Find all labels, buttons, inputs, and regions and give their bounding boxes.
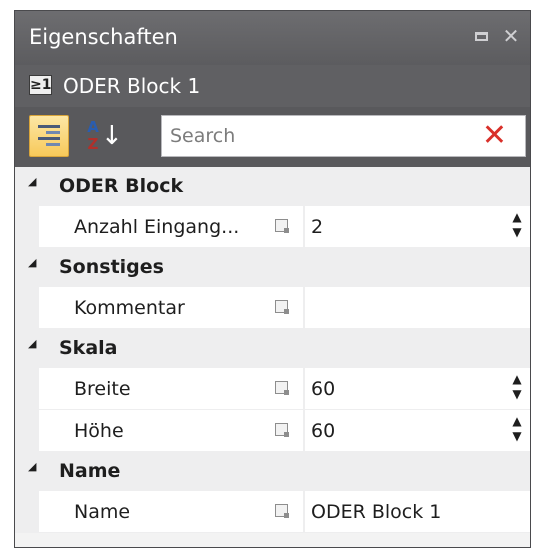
property-editor-icon xyxy=(275,219,289,233)
clear-search-icon[interactable]: ✕ xyxy=(482,120,507,152)
or-block-icon: ≥1 xyxy=(29,75,52,95)
value-spinner[interactable]: ▲ ▼ xyxy=(510,210,524,242)
categorized-view-button[interactable] xyxy=(29,115,69,157)
property-row-name: Name ODER Block 1 xyxy=(15,491,530,533)
value-spinner[interactable]: ▲ ▼ xyxy=(510,414,524,446)
spin-down-icon[interactable]: ▼ xyxy=(512,429,521,443)
selected-object-name: ODER Block 1 xyxy=(63,74,201,98)
property-name-cell[interactable]: Name xyxy=(39,491,303,532)
property-value-field[interactable]: ODER Block 1 xyxy=(305,491,530,532)
category-oder-block[interactable]: ◢ ODER Block xyxy=(15,167,530,206)
value-spinner[interactable]: ▲ ▼ xyxy=(510,372,524,404)
property-value-field[interactable]: 60 ▲ ▼ xyxy=(305,368,530,409)
categorized-view-icon xyxy=(38,125,60,149)
property-row-kommentar: Kommentar xyxy=(15,287,530,329)
property-name: Breite xyxy=(74,378,131,400)
search-box: ✕ xyxy=(161,115,526,157)
sort-arrow-icon: ↓ xyxy=(101,121,123,151)
expand-triangle-icon[interactable]: ◢ xyxy=(28,256,36,269)
property-value: 2 xyxy=(311,216,324,238)
property-value: ODER Block 1 xyxy=(311,501,442,523)
property-editor-icon xyxy=(275,504,289,518)
restore-icon[interactable] xyxy=(468,23,494,49)
property-value: 60 xyxy=(311,420,336,442)
spin-down-icon[interactable]: ▼ xyxy=(512,225,521,239)
property-name: Höhe xyxy=(74,420,124,442)
expand-triangle-icon[interactable]: ◢ xyxy=(28,460,36,473)
property-row-anzahl-eingaenge: Anzahl Eingang... 2 ▲ ▼ xyxy=(15,206,530,248)
property-grid: ◢ ODER Block Anzahl Eingang... 2 ▲ ▼ ◢ S… xyxy=(15,167,530,547)
category-skala[interactable]: ◢ Skala xyxy=(15,329,530,368)
property-row-hoehe: Höhe 60 ▲ ▼ xyxy=(15,410,530,452)
category-label: Skala xyxy=(59,337,118,359)
selected-object-bar: ≥1 ODER Block 1 xyxy=(15,65,530,107)
property-editor-icon xyxy=(275,381,289,395)
property-value-field[interactable] xyxy=(305,287,530,328)
property-value-field[interactable]: 60 ▲ ▼ xyxy=(305,410,530,451)
property-editor-icon xyxy=(275,300,289,314)
spin-up-icon[interactable]: ▲ xyxy=(512,372,521,386)
property-name-cell[interactable]: Breite xyxy=(39,368,303,409)
property-name: Name xyxy=(74,501,131,523)
property-row-breite: Breite 60 ▲ ▼ xyxy=(15,368,530,410)
property-name: Anzahl Eingang... xyxy=(74,216,240,238)
close-icon[interactable]: ✕ xyxy=(498,23,524,49)
spin-down-icon[interactable]: ▼ xyxy=(512,387,521,401)
property-name: Kommentar xyxy=(74,297,185,319)
spin-up-icon[interactable]: ▲ xyxy=(512,414,521,428)
property-value: 60 xyxy=(311,378,336,400)
sort-alphabetical-button[interactable]: A Z ↓ xyxy=(79,115,123,157)
category-sonstiges[interactable]: ◢ Sonstiges xyxy=(15,248,530,287)
expand-triangle-icon[interactable]: ◢ xyxy=(28,337,36,350)
property-name-cell[interactable]: Anzahl Eingang... xyxy=(39,206,303,247)
category-label: ODER Block xyxy=(59,175,184,197)
search-input[interactable] xyxy=(162,116,462,156)
spin-up-icon[interactable]: ▲ xyxy=(512,210,521,224)
window-title: Eigenschaften xyxy=(29,25,178,49)
category-label: Name xyxy=(59,460,121,482)
property-name-cell[interactable]: Höhe xyxy=(39,410,303,451)
category-name[interactable]: ◢ Name xyxy=(15,452,530,491)
property-editor-icon xyxy=(275,423,289,437)
property-toolbar: A Z ↓ ✕ xyxy=(15,107,530,167)
property-value-field[interactable]: 2 ▲ ▼ xyxy=(305,206,530,247)
expand-triangle-icon[interactable]: ◢ xyxy=(28,175,36,188)
properties-window: Eigenschaften ✕ ≥1 ODER Block 1 A Z ↓ ✕ … xyxy=(14,10,531,548)
title-bar[interactable]: Eigenschaften ✕ xyxy=(15,11,530,65)
property-name-cell[interactable]: Kommentar xyxy=(39,287,303,328)
category-label: Sonstiges xyxy=(59,256,164,278)
sort-alphabetical-icon: A Z xyxy=(87,118,99,153)
